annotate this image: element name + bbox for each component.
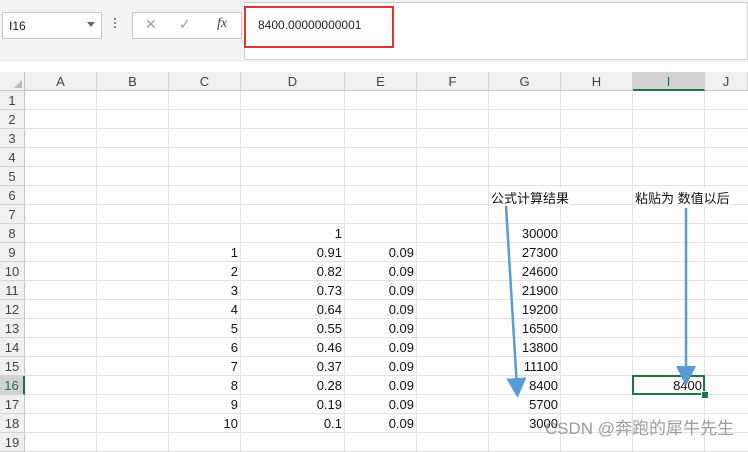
cell-d9[interactable]: 0.91	[241, 243, 345, 262]
formula-result-label: 公式计算结果	[491, 188, 570, 207]
row-header-10[interactable]: 10	[0, 262, 25, 281]
select-all-button[interactable]	[0, 72, 25, 91]
row-header-8[interactable]: 8	[0, 224, 25, 243]
column-header-d[interactable]: D	[241, 72, 345, 91]
row-header-11[interactable]: 11	[0, 281, 25, 300]
cell-c9[interactable]: 1	[169, 243, 241, 262]
cell-d11[interactable]: 0.73	[241, 281, 345, 300]
row-header-5[interactable]: 5	[0, 167, 25, 186]
cell-g16[interactable]: 8400	[489, 376, 561, 395]
cell-c18[interactable]: 10	[169, 414, 241, 433]
row-header-6[interactable]: 6	[0, 186, 25, 205]
cell-e13[interactable]: 0.09	[345, 319, 417, 338]
formula-value: 8400.00000000001	[258, 18, 362, 32]
cell-e16[interactable]: 0.09	[345, 376, 417, 395]
row-header-12[interactable]: 12	[0, 300, 25, 319]
row-header-16[interactable]: 16	[0, 376, 25, 395]
gridline	[25, 166, 748, 167]
gridline	[25, 185, 748, 186]
gridline	[632, 91, 633, 452]
cell-c15[interactable]: 7	[169, 357, 241, 376]
cell-c13[interactable]: 5	[169, 319, 241, 338]
cell-d10[interactable]: 0.82	[241, 262, 345, 281]
cell-g17[interactable]: 5700	[489, 395, 561, 414]
cell-e18[interactable]: 0.09	[345, 414, 417, 433]
gridline	[25, 223, 748, 224]
row-header-14[interactable]: 14	[0, 338, 25, 357]
cell-g11[interactable]: 21900	[489, 281, 561, 300]
row-header-1[interactable]: 1	[0, 91, 25, 110]
cell-d16[interactable]: 0.28	[241, 376, 345, 395]
column-header-j[interactable]: J	[705, 72, 748, 91]
row-header-4[interactable]: 4	[0, 148, 25, 167]
cell-d12[interactable]: 0.64	[241, 300, 345, 319]
paste-value-label: 粘贴为 数值以后	[635, 188, 730, 207]
gridline	[96, 91, 97, 452]
column-header-g[interactable]: G	[489, 72, 561, 91]
name-box-value: I16	[9, 19, 26, 33]
row-header-19[interactable]: 19	[0, 433, 25, 452]
cell-g9[interactable]: 27300	[489, 243, 561, 262]
cell-e9[interactable]: 0.09	[345, 243, 417, 262]
cell-d14[interactable]: 0.46	[241, 338, 345, 357]
gridline	[25, 147, 748, 148]
cell-e11[interactable]: 0.09	[345, 281, 417, 300]
watermark: CSDN @奔跑的犀牛先生	[544, 419, 734, 438]
active-cell-border	[632, 375, 705, 395]
insert-function-icon[interactable]: fx	[217, 16, 227, 32]
row-header-7[interactable]: 7	[0, 205, 25, 224]
row-header-17[interactable]: 17	[0, 395, 25, 414]
row-header-18[interactable]: 18	[0, 414, 25, 433]
cell-e12[interactable]: 0.09	[345, 300, 417, 319]
gridline	[25, 109, 748, 110]
row-header-13[interactable]: 13	[0, 319, 25, 338]
column-header-h[interactable]: H	[561, 72, 633, 91]
column-header-f[interactable]: F	[417, 72, 489, 91]
chevron-down-icon[interactable]	[87, 22, 95, 27]
cell-e10[interactable]: 0.09	[345, 262, 417, 281]
column-header-a[interactable]: A	[25, 72, 97, 91]
formula-buttons: ✕ ✓ fx	[132, 12, 242, 39]
column-header-i[interactable]: I	[633, 72, 705, 91]
cell-e15[interactable]: 0.09	[345, 357, 417, 376]
cell-g13[interactable]: 16500	[489, 319, 561, 338]
cell-g10[interactable]: 24600	[489, 262, 561, 281]
row-header-2[interactable]: 2	[0, 110, 25, 129]
cell-g8[interactable]: 30000	[489, 224, 561, 243]
cell-c10[interactable]: 2	[169, 262, 241, 281]
formula-bar-area: I16 ✕ ✓ fx 8400.00000000001	[0, 0, 748, 62]
cell-g15[interactable]: 11100	[489, 357, 561, 376]
select-all-icon	[14, 80, 22, 88]
cell-d18[interactable]: 0.1	[241, 414, 345, 433]
cell-c12[interactable]: 4	[169, 300, 241, 319]
cell-e14[interactable]: 0.09	[345, 338, 417, 357]
cell-d15[interactable]: 0.37	[241, 357, 345, 376]
cell-c14[interactable]: 6	[169, 338, 241, 357]
enter-icon[interactable]: ✓	[179, 16, 191, 33]
worksheet-grid[interactable]: A B C D E F G H I J 1 2 3 4 5 6 7 8 9 10 11 12 13 14 15 16 17 18 19 1…	[0, 72, 748, 452]
row-header-3[interactable]: 3	[0, 129, 25, 148]
more-options-icon[interactable]	[114, 16, 118, 36]
cell-g14[interactable]: 13800	[489, 338, 561, 357]
column-header-e[interactable]: E	[345, 72, 417, 91]
gridline	[25, 128, 748, 129]
fill-handle[interactable]	[701, 391, 709, 399]
cancel-icon[interactable]: ✕	[145, 16, 157, 33]
cell-c11[interactable]: 3	[169, 281, 241, 300]
row-header-9[interactable]: 9	[0, 243, 25, 262]
column-header-b[interactable]: B	[97, 72, 169, 91]
name-box[interactable]: I16	[2, 12, 102, 39]
cell-c17[interactable]: 9	[169, 395, 241, 414]
row-header-15[interactable]: 15	[0, 357, 25, 376]
cell-d13[interactable]: 0.55	[241, 319, 345, 338]
cell-e17[interactable]: 0.09	[345, 395, 417, 414]
cell-c16[interactable]: 8	[169, 376, 241, 395]
cell-d17[interactable]: 0.19	[241, 395, 345, 414]
cell-d8[interactable]: 1	[241, 224, 345, 243]
column-header-c[interactable]: C	[169, 72, 241, 91]
cell-g12[interactable]: 19200	[489, 300, 561, 319]
